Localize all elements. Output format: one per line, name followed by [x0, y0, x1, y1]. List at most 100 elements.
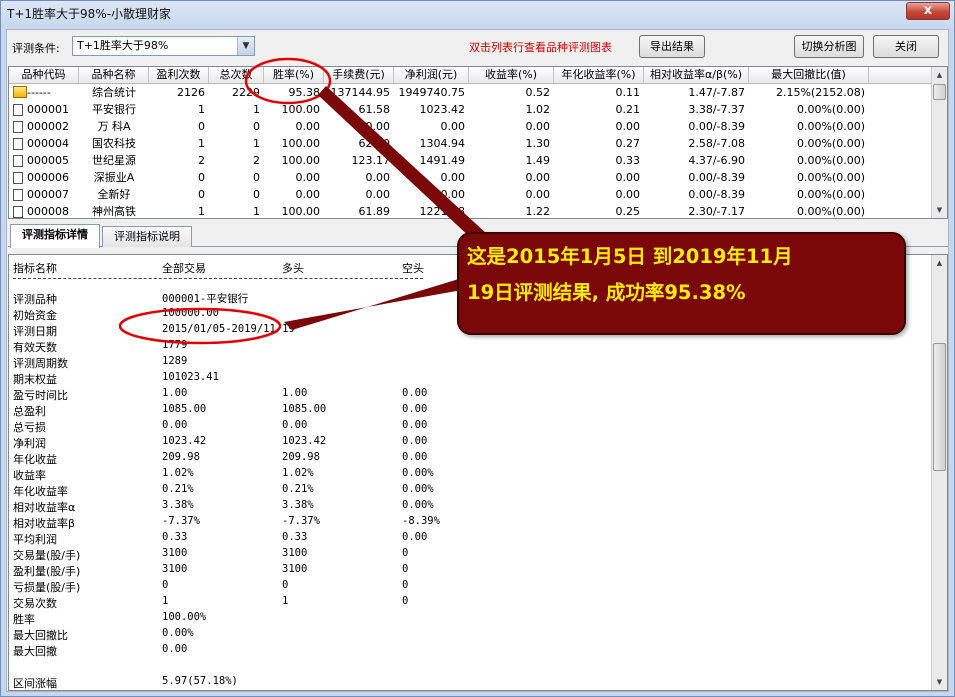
- cell-annual: 0.27: [615, 137, 641, 150]
- stock-document-icon: [13, 138, 23, 150]
- column-header[interactable]: 品种名称: [79, 67, 149, 84]
- detail-all: 2015/01/05-2019/11/19: [162, 323, 295, 335]
- cell-rate: 100.00: [281, 137, 321, 150]
- title-bar[interactable]: T+1胜率大于98%-小散理财家 x: [1, 1, 954, 25]
- detail-long: 0.00: [282, 419, 308, 431]
- cell-rel: 4.37/-6.90: [688, 154, 745, 167]
- window-close-button[interactable]: x: [906, 2, 950, 20]
- detail-short: 0.00%: [402, 499, 434, 511]
- detail-all: 0.00: [162, 419, 188, 431]
- detail-row: 胜率 100.00%: [9, 611, 929, 627]
- close-button[interactable]: 关闭: [873, 35, 939, 58]
- detail-label: 净利润: [13, 437, 46, 450]
- scroll-down-icon[interactable]: ▼: [932, 674, 947, 690]
- table-row[interactable]: 000002 万 科A 0 0 0.00 0.00 0.00 0.00 0.00 0.00/-8.…: [9, 118, 933, 135]
- detail-row: 最大回撤比 0.00%: [9, 627, 929, 643]
- column-header[interactable]: 年化收益率(%): [554, 67, 644, 84]
- cell-rate: 0.00: [295, 188, 321, 201]
- cell-code: 000001: [27, 103, 69, 116]
- summary-folder-icon: [13, 86, 27, 98]
- cell-dd: 2.15%(2152.08): [775, 86, 865, 99]
- cell-fee: 123.17: [351, 154, 391, 167]
- grid-scrollbar[interactable]: ▲ ▼: [931, 67, 947, 218]
- detail-row: 净利润 1023.42 1023.42 0.00: [9, 435, 929, 451]
- cell-fee: 62.00: [358, 137, 391, 150]
- cell-dd: 0.00%(0.00): [796, 137, 865, 150]
- results-grid[interactable]: 品种代码 品种名称 盈利次数 总次数 胜率(%) 手续费(元) 净利润(元) 收益率(%) 年化…: [8, 66, 948, 219]
- column-header[interactable]: 净利润(元): [394, 67, 469, 84]
- cell-profit: 0.00: [440, 171, 466, 184]
- switch-chart-button[interactable]: 切换分析图: [794, 35, 864, 58]
- column-header[interactable]: 胜率(%): [264, 67, 324, 84]
- cell-name: 平安银行: [92, 103, 136, 116]
- table-row[interactable]: 000008 神州高铁 1 1 100.00 61.89 1221.18 1.22 0.25 2.…: [9, 203, 933, 218]
- column-header[interactable]: 收益率(%): [469, 67, 554, 84]
- cell-total: 0: [253, 188, 260, 201]
- detail-all: 209.98: [162, 451, 200, 463]
- table-row[interactable]: 000004 国农科技 1 1 100.00 62.00 1304.94 1.30 0.27 2.…: [9, 135, 933, 152]
- detail-row: 相对收益率α 3.38% 3.38% 0.00%: [9, 499, 929, 515]
- cell-annual: 0.00: [615, 188, 641, 201]
- cell-profit: 1023.42: [419, 103, 466, 116]
- detail-short: 0.00: [402, 451, 428, 463]
- detail-scrollbar[interactable]: ▲ ▼: [931, 255, 947, 690]
- detail-header-long: 多头: [282, 262, 304, 275]
- tab-metric-details[interactable]: 评测指标详情: [10, 224, 100, 248]
- cell-dd: 0.00%(0.00): [796, 103, 865, 116]
- callout-line-1: 这是2015年1月5日 到2019年11月: [467, 245, 793, 268]
- column-header[interactable]: 相对收益率α/β(%): [644, 67, 749, 84]
- detail-long: 1: [282, 595, 289, 607]
- cell-profit: 1221.18: [419, 205, 466, 218]
- detail-short: 0: [402, 563, 409, 575]
- detail-row: 盈亏时间比 1.00 1.00 0.00: [9, 387, 929, 403]
- cell-rel: 0.00/-8.39: [688, 120, 745, 133]
- detail-long: 1.02%: [282, 467, 314, 479]
- app-window: T+1胜率大于98%-小散理财家 x 评测条件: T+1胜率大于98% ▼ 双击…: [0, 0, 955, 697]
- tab-metric-explanation[interactable]: 评测指标说明: [102, 226, 192, 247]
- cell-dd: 0.00%(0.00): [796, 120, 865, 133]
- cell-dd: 0.00%(0.00): [796, 171, 865, 184]
- cell-code: 000004: [27, 137, 69, 150]
- grid-scroll-thumb[interactable]: [933, 84, 946, 100]
- scroll-up-icon[interactable]: ▲: [932, 255, 947, 271]
- export-button[interactable]: 导出结果: [639, 35, 705, 58]
- column-header[interactable]: 品种代码: [9, 67, 79, 84]
- detail-long: 1.00: [282, 387, 308, 399]
- table-row[interactable]: 000006 深振业A 0 0 0.00 0.00 0.00 0.00 0.00 0.00/-8.…: [9, 169, 933, 186]
- detail-all: 1: [162, 595, 169, 607]
- scroll-down-icon[interactable]: ▼: [932, 202, 947, 218]
- cell-wins: 0: [198, 188, 205, 201]
- table-row[interactable]: 000007 全新好 0 0 0.00 0.00 0.00 0.00 0.00 0.00/-8.3…: [9, 186, 933, 203]
- detail-short: 0.00: [402, 387, 428, 399]
- cell-rel: 3.38/-7.37: [688, 103, 745, 116]
- column-header[interactable]: 手续费(元): [324, 67, 394, 84]
- table-row[interactable]: 000001 平安银行 1 1 100.00 61.58 1023.42 1.02 0.21 3.…: [9, 101, 933, 118]
- detail-label: 收益率: [13, 469, 46, 482]
- cell-rel: 0.00/-8.39: [688, 171, 745, 184]
- cell-fee: 0.00: [365, 188, 391, 201]
- cell-wins: 1: [198, 137, 205, 150]
- chevron-down-icon[interactable]: ▼: [237, 37, 254, 55]
- cell-name: 国农科技: [92, 137, 136, 150]
- condition-select[interactable]: T+1胜率大于98% ▼: [72, 36, 255, 56]
- column-header[interactable]: 最大回撤比(值): [749, 67, 869, 84]
- detail-row: 年化收益 209.98 209.98 0.00: [9, 451, 929, 467]
- detail-all: 0.00: [162, 643, 188, 655]
- cell-code: 000005: [27, 154, 69, 167]
- column-header[interactable]: 总次数: [209, 67, 264, 84]
- column-header[interactable]: 盈利次数: [149, 67, 209, 84]
- cell-dd: 0.00%(0.00): [796, 205, 865, 218]
- detail-label: 有效天数: [13, 341, 57, 354]
- detail-label: 胜率: [13, 613, 35, 626]
- cell-rate: 0.00: [295, 120, 321, 133]
- detail-row: 亏损量(股/手) 0 0 0: [9, 579, 929, 595]
- cell-ret: 0.00: [525, 188, 551, 201]
- detail-row: 总盈利 1085.00 1085.00 0.00: [9, 403, 929, 419]
- detail-scroll-thumb[interactable]: [933, 343, 946, 471]
- cell-total: 0: [253, 120, 260, 133]
- detail-all: 5.97(57.18%): [162, 675, 238, 687]
- detail-label: 年化收益: [13, 453, 57, 466]
- scroll-up-icon[interactable]: ▲: [932, 67, 947, 83]
- table-row[interactable]: 000005 世纪星源 2 2 100.00 123.17 1491.49 1.49 0.33 4…: [9, 152, 933, 169]
- table-row[interactable]: ------ 综合统计 2126 2229 95.38 137144.95 1949740.…: [9, 84, 933, 101]
